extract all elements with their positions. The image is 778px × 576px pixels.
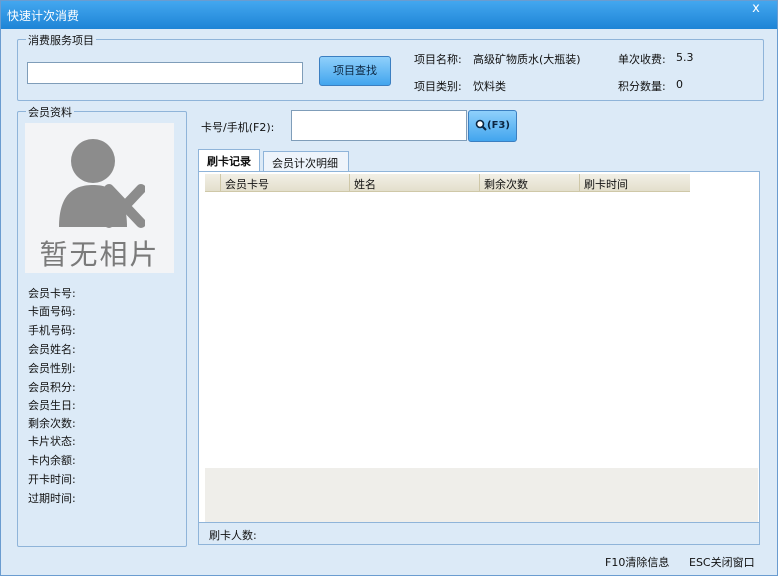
card-search-button[interactable]: (F3) bbox=[468, 110, 517, 142]
points-label: 积分数量: bbox=[618, 80, 666, 93]
header-separator bbox=[349, 174, 350, 192]
member-photo: 暂无相片 bbox=[25, 123, 174, 273]
item-name-value: 高级矿物质水(大瓶装) bbox=[473, 53, 581, 66]
header-separator bbox=[220, 174, 221, 192]
item-name-label: 项目名称: bbox=[414, 53, 462, 66]
card-search-button-label: (F3) bbox=[487, 120, 510, 131]
member-field-gender: 会员性别: bbox=[28, 362, 76, 375]
item-search-button-label: 项目查找 bbox=[333, 64, 377, 77]
tab-member-count-details-label: 会员计次明细 bbox=[272, 157, 338, 170]
clear-info-button[interactable]: F10清除信息 bbox=[605, 554, 669, 570]
card-label: 卡号/手机(F2): bbox=[201, 121, 275, 134]
points-value: 0 bbox=[676, 78, 683, 91]
member-field-card-face-no: 卡面号码: bbox=[28, 305, 76, 318]
service-search-input[interactable] bbox=[27, 62, 303, 84]
col-card-no[interactable]: 会员卡号 bbox=[225, 176, 269, 192]
member-field-phone: 手机号码: bbox=[28, 324, 76, 337]
member-field-name: 会员姓名: bbox=[28, 343, 76, 356]
member-field-expire-time: 过期时间: bbox=[28, 492, 76, 505]
service-legend: 消费服务项目 bbox=[26, 32, 96, 48]
tab-swipe-records-label: 刷卡记录 bbox=[207, 155, 251, 168]
window-title: 快速计次消费 bbox=[7, 9, 80, 23]
member-field-open-time: 开卡时间: bbox=[28, 473, 76, 486]
member-field-points: 会员积分: bbox=[28, 381, 76, 394]
close-icon[interactable]: x bbox=[749, 2, 763, 16]
magnifier-icon bbox=[475, 119, 487, 131]
table-empty-area bbox=[205, 468, 758, 522]
member-field-card-status: 卡片状态: bbox=[28, 435, 76, 448]
status-bar: 刷卡人数: bbox=[198, 523, 760, 545]
item-type-value: 饮料类 bbox=[473, 80, 506, 93]
tab-swipe-records[interactable]: 刷卡记录 bbox=[198, 149, 260, 171]
header-separator bbox=[579, 174, 580, 192]
item-search-button[interactable]: 项目查找 bbox=[319, 56, 391, 86]
item-type-label: 项目类别: bbox=[414, 80, 462, 93]
col-name[interactable]: 姓名 bbox=[354, 176, 376, 192]
header-separator bbox=[479, 174, 480, 192]
table-header: 会员卡号 姓名 剩余次数 刷卡时间 bbox=[205, 174, 690, 192]
card-input[interactable] bbox=[291, 110, 467, 141]
close-window-button[interactable]: ESC关闭窗口 bbox=[689, 554, 755, 570]
member-field-remaining: 剩余次数: bbox=[28, 417, 76, 430]
swipe-records-table: 会员卡号 姓名 剩余次数 刷卡时间 bbox=[198, 171, 760, 523]
unit-price-value: 5.3 bbox=[676, 51, 694, 64]
swipe-count-label: 刷卡人数: bbox=[209, 529, 257, 542]
member-field-birthday: 会员生日: bbox=[28, 399, 76, 412]
member-field-balance: 卡内余额: bbox=[28, 454, 76, 467]
tab-member-count-details[interactable]: 会员计次明细 bbox=[263, 151, 349, 171]
app-window: 快速计次消费 x 消费服务项目 项目查找 项目名称: 高级矿物质水(大瓶装) 单… bbox=[0, 0, 778, 576]
no-photo-text: 暂无相片 bbox=[39, 238, 160, 271]
title-bar: 快速计次消费 x bbox=[1, 1, 777, 29]
member-legend: 会员资料 bbox=[26, 104, 74, 120]
col-remaining[interactable]: 剩余次数 bbox=[484, 176, 528, 192]
col-swipe-time[interactable]: 刷卡时间 bbox=[584, 176, 628, 192]
no-photo-icon bbox=[59, 139, 145, 228]
unit-price-label: 单次收费: bbox=[618, 53, 666, 66]
member-field-card-no: 会员卡号: bbox=[28, 287, 76, 300]
table-body[interactable] bbox=[205, 172, 758, 468]
